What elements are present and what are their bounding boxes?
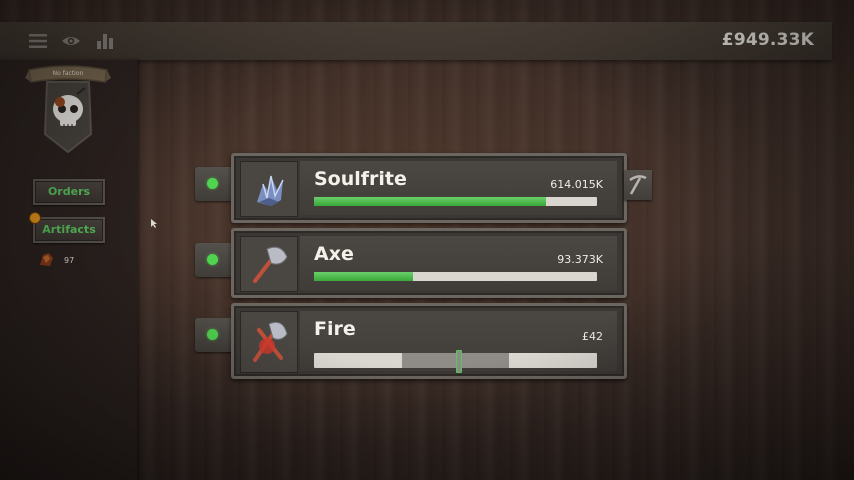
resource-row-axe: Axe 93.373K: [195, 228, 655, 300]
orders-button[interactable]: Orders: [33, 179, 105, 205]
resource-panel[interactable]: Fire £42: [231, 303, 627, 379]
resource-name: Axe: [314, 243, 354, 265]
resource-value: 93.373K: [557, 253, 603, 266]
artifact-icon: [40, 253, 53, 266]
soulfrite-crystal-icon: [257, 175, 284, 206]
artifacts-alert-badge: [29, 212, 41, 224]
slider-handle[interactable]: [456, 350, 463, 373]
axe-toggle[interactable]: [195, 243, 235, 277]
active-indicator: [207, 178, 218, 189]
artifacts-button[interactable]: Artifacts: [33, 217, 105, 243]
resource-name: Soulfrite: [314, 168, 407, 190]
resource-panel[interactable]: Axe 93.373K: [231, 228, 627, 298]
eye-icon[interactable]: [61, 32, 81, 50]
menu-icon[interactable]: [28, 32, 48, 50]
resource-icon-box: [240, 311, 298, 373]
pickaxe-icon: [629, 175, 647, 195]
resource-info: Fire £42: [300, 311, 617, 373]
progress-bar: [314, 197, 597, 206]
resource-name: Fire: [314, 318, 356, 340]
axe-icon: [253, 246, 288, 283]
progress-bar: [314, 272, 597, 281]
faction-badge[interactable]: [25, 64, 111, 154]
resource-value: £42: [582, 330, 603, 343]
pickaxe-button[interactable]: [624, 170, 652, 200]
active-indicator: [207, 254, 218, 265]
active-indicator: [207, 329, 218, 340]
resource-info: Axe 93.373K: [300, 236, 617, 290]
mouse-cursor-icon: [151, 219, 157, 228]
top-bar: £949.33K: [0, 22, 832, 60]
faction-label: No faction: [52, 70, 84, 77]
fire-axe-icon: [253, 321, 288, 362]
stats-icon[interactable]: [95, 32, 115, 50]
money-display: £949.33K: [721, 30, 814, 50]
resource-row-fire: Fire £42: [195, 303, 655, 379]
resource-panel[interactable]: Soulfrite 614.015K: [231, 153, 627, 223]
resource-icon-box: [240, 236, 298, 292]
resource-info: Soulfrite 614.015K: [300, 161, 617, 215]
progress-fill: [314, 272, 414, 281]
allocation-slider[interactable]: [314, 350, 597, 373]
fire-toggle[interactable]: [195, 318, 235, 352]
resource-row-soulfrite: Soulfrite 614.015K: [195, 153, 655, 225]
progress-fill: [314, 197, 547, 206]
soulfrite-toggle[interactable]: [195, 167, 235, 201]
artifact-count: 97: [64, 256, 75, 265]
resource-icon-box: [240, 161, 298, 217]
resource-value: 614.015K: [550, 178, 603, 191]
